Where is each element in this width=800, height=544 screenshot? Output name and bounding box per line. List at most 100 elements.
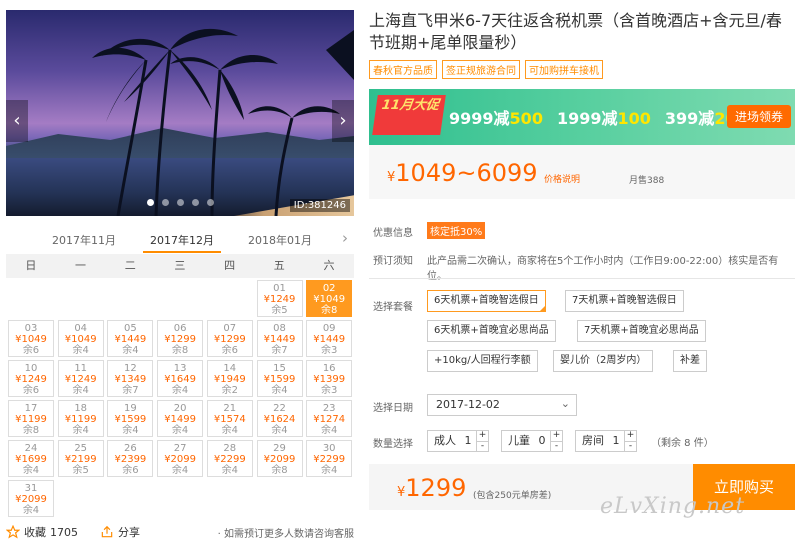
calendar-day-remaining: 余4 <box>22 505 40 516</box>
photo-dot[interactable] <box>191 199 199 206</box>
calendar-day-10[interactable]: 10 ¥1249 余6 <box>8 360 54 397</box>
tab-month-current[interactable]: 2017年12月 <box>150 232 214 248</box>
calendar-day-17[interactable]: 17 ¥1199 余8 <box>8 400 54 437</box>
room-minus-button[interactable]: - <box>625 440 636 452</box>
package-option-7[interactable]: 补差 <box>673 350 707 372</box>
promo-offer-1: 9999减500 <box>449 105 543 129</box>
package-option-4[interactable]: 7天机票+首晚宜必思尚品 <box>577 320 706 342</box>
calendar-day-24[interactable]: 24 ¥1699 余4 <box>8 440 54 477</box>
calendar-day-11[interactable]: 11 ¥1249 余4 <box>57 360 104 397</box>
calendar-day-12[interactable]: 12 ¥1349 余7 <box>107 360 154 397</box>
calendar-day-number: 22 <box>273 403 286 414</box>
package-option-2[interactable]: 7天机票+首晚智选假日 <box>565 290 684 312</box>
calendar-day-price: ¥1249 <box>64 374 97 385</box>
calendar-day-remaining: 余4 <box>221 465 238 476</box>
calendar-day-22[interactable]: 22 ¥1624 余4 <box>256 400 303 437</box>
photo-dot[interactable] <box>161 199 169 206</box>
child-stepper[interactable]: 儿童 0 + - <box>501 430 563 452</box>
calendar-day-26[interactable]: 26 ¥2399 余6 <box>107 440 154 477</box>
calendar-day-25[interactable]: 25 ¥2199 余5 <box>57 440 104 477</box>
child-spin: + - <box>550 431 562 451</box>
star-icon <box>6 525 20 539</box>
calendar-day-remaining: 余3 <box>321 385 338 396</box>
calendar-day-28[interactable]: 28 ¥2299 余4 <box>206 440 253 477</box>
package-option-6[interactable]: 婴儿价（2周岁内） <box>553 350 654 372</box>
child-plus-button[interactable]: + <box>551 431 562 441</box>
room-label: 房间 <box>582 434 604 447</box>
photo-dot[interactable] <box>146 199 154 206</box>
weekday-6: 六 <box>323 259 335 272</box>
calendar-day-31[interactable]: 31 ¥2099 余4 <box>8 480 54 517</box>
calendar-day-18[interactable]: 18 ¥1199 余4 <box>57 400 104 437</box>
calendar-day-21[interactable]: 21 ¥1574 余4 <box>206 400 253 437</box>
tag-quality[interactable]: 春秋官方品质 <box>369 60 437 79</box>
total-note: (包含250元单房差) <box>473 491 552 501</box>
tag-transfer[interactable]: 可加购拼车接机 <box>525 60 603 79</box>
calendar-day-price: ¥1049 <box>15 334 47 345</box>
calendar-day-29[interactable]: 29 ¥2099 余8 <box>256 440 303 477</box>
photo-prev-button[interactable]: ‹ <box>6 100 28 142</box>
calendar-day-14[interactable]: 14 ¥1949 余2 <box>206 360 253 397</box>
calendar-day-price: ¥1599 <box>263 374 296 385</box>
calendar-day-19[interactable]: 19 ¥1599 余4 <box>107 400 154 437</box>
tab-month-prev[interactable]: 2017年11月 <box>52 232 116 248</box>
adult-stepper[interactable]: 成人 1 + - <box>427 430 489 452</box>
calendar-day-price: ¥1499 <box>164 414 196 425</box>
promo-badge-line2: 大促 <box>411 98 440 113</box>
calendar-day-06[interactable]: 06 ¥1299 余8 <box>157 320 204 357</box>
calendar-day-number: 25 <box>74 443 88 454</box>
calendar-day-remaining: 余8 <box>271 465 288 476</box>
photo-next-button[interactable]: › <box>332 100 354 142</box>
promo-offer-3-a: 399减 <box>664 109 715 128</box>
month-next-arrow-icon[interactable]: › <box>342 229 348 247</box>
calendar-day-number: 06 <box>173 323 187 334</box>
adult-minus-button[interactable]: - <box>477 440 488 452</box>
calendar-day-price: ¥1624 <box>263 414 296 425</box>
calendar-day-01[interactable]: 01 ¥1249 余5 <box>256 280 303 317</box>
photo-dot[interactable] <box>206 199 214 206</box>
calendar-day-30[interactable]: 30 ¥2299 余4 <box>306 440 353 477</box>
package-option-3[interactable]: 6天机票+首晚宜必思尚品 <box>427 320 556 342</box>
left-footer: 收藏 1705 分享 · 如需预订更多人数请咨询客服 <box>6 522 354 542</box>
photo-dot[interactable] <box>176 199 184 206</box>
calendar-day-02[interactable]: 02 ¥1049 余8 <box>306 280 353 317</box>
promo-banner[interactable]: 11月大促 9999减500 1999减100 399减20 进场领券 <box>369 89 795 145</box>
adult-plus-button[interactable]: + <box>477 431 488 441</box>
calendar-day-remaining: 余4 <box>321 465 338 476</box>
room-stepper[interactable]: 房间 1 + - <box>575 430 637 452</box>
price-explain-link[interactable]: 价格说明 <box>544 172 580 185</box>
price-range-value: 1049~6099 <box>395 159 538 187</box>
calendar-day-remaining: 余4 <box>22 465 40 476</box>
tag-contract[interactable]: 签正规旅游合同 <box>442 60 520 79</box>
calendar-day-number: 10 <box>24 363 38 374</box>
room-plus-button[interactable]: + <box>625 431 636 441</box>
room-spin: + - <box>624 431 636 451</box>
package-option-5[interactable]: +10kg/人回程行李额 <box>427 350 538 372</box>
calendar-day-number: 03 <box>24 323 38 334</box>
calendar-day-number: 21 <box>223 403 237 414</box>
calendar-day-27[interactable]: 27 ¥2099 余4 <box>157 440 204 477</box>
claim-coupon-button[interactable]: 进场领券 <box>726 105 791 128</box>
calendar-day-07[interactable]: 07 ¥1299 余6 <box>206 320 253 357</box>
tab-month-next[interactable]: 2018年01月 <box>248 232 312 248</box>
calendar-day-price: ¥1299 <box>164 334 196 345</box>
calendar-day-08[interactable]: 08 ¥1449 余7 <box>256 320 303 357</box>
date-select[interactable]: 2017-12-02 ⌄ <box>427 394 577 416</box>
calendar-day-15[interactable]: 15 ¥1599 余4 <box>256 360 303 397</box>
calendar-day-09[interactable]: 09 ¥1449 余3 <box>306 320 353 357</box>
calendar-day-04[interactable]: 04 ¥1049 余4 <box>57 320 104 357</box>
calendar-day-price: ¥1274 <box>313 414 346 425</box>
child-minus-button[interactable]: - <box>551 440 562 452</box>
share-button[interactable]: 分享 <box>100 524 140 540</box>
calendar-day-16[interactable]: 16 ¥1399 余3 <box>306 360 353 397</box>
weekday-5: 五 <box>273 259 285 272</box>
calendar-day-23[interactable]: 23 ¥1274 余4 <box>306 400 353 437</box>
package-option-1[interactable]: 6天机票+首晚智选假日 <box>427 290 546 312</box>
calendar-day-13[interactable]: 13 ¥1649 余4 <box>157 360 204 397</box>
calendar-day-20[interactable]: 20 ¥1499 余4 <box>157 400 204 437</box>
favorite-button[interactable]: 收藏 1705 <box>6 524 78 540</box>
calendar-day-price: ¥1449 <box>114 334 147 345</box>
calendar-day-05[interactable]: 05 ¥1449 余4 <box>107 320 154 357</box>
calendar-day-03[interactable]: 03 ¥1049 余6 <box>8 320 54 357</box>
calendar-day-remaining: 余5 <box>271 305 288 316</box>
